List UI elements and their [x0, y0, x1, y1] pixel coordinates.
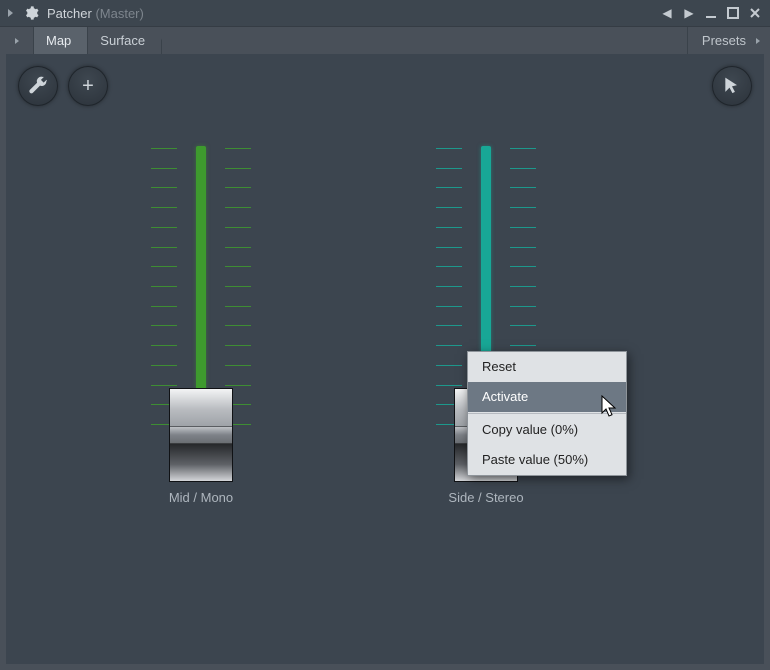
maximize-button[interactable] [724, 4, 742, 22]
tab-surface-label: Surface [100, 33, 145, 48]
wrench-button[interactable] [18, 66, 58, 106]
nav-prev-icon[interactable]: ◀ [658, 4, 676, 22]
slider-label: Mid / Mono [111, 490, 291, 505]
close-button[interactable] [746, 4, 764, 22]
minimize-button[interactable] [702, 4, 720, 22]
tabstrip-menu-icon[interactable] [0, 27, 34, 54]
menu-item-label: Copy value (0%) [482, 422, 578, 437]
add-button[interactable]: + [68, 66, 108, 106]
slider-label: Side / Stereo [396, 490, 576, 505]
pointer-mode-button[interactable] [712, 66, 752, 106]
title-bar: Patcher (Master) ◀ ▶ [0, 0, 770, 26]
tab-strip: Map Surface Presets [0, 26, 770, 54]
menu-item-reset[interactable]: Reset [468, 352, 626, 382]
chevron-right-icon [756, 38, 760, 44]
gear-icon[interactable] [23, 5, 39, 21]
workspace: + Mid / Mono Side / Stereo Reset Activat… [0, 54, 770, 670]
tab-map[interactable]: Map [34, 27, 88, 54]
menu-item-label: Activate [482, 389, 528, 404]
window-title: Patcher (Master) [47, 6, 144, 21]
presets-label: Presets [702, 33, 746, 48]
context-menu: Reset Activate Copy value (0%) Paste val… [467, 351, 627, 476]
app-context: (Master) [95, 6, 143, 21]
menu-item-label: Reset [482, 359, 516, 374]
app-name: Patcher [47, 6, 92, 21]
menu-triangle-icon[interactable] [8, 9, 13, 17]
menu-item-label: Paste value (50%) [482, 452, 588, 467]
presets-button[interactable]: Presets [687, 27, 770, 54]
slider-knob[interactable] [169, 388, 233, 482]
nav-next-icon[interactable]: ▶ [680, 4, 698, 22]
tab-surface[interactable]: Surface [88, 27, 162, 54]
menu-item-activate[interactable]: Activate [468, 382, 626, 412]
menu-item-paste-value[interactable]: Paste value (50%) [468, 445, 626, 475]
tab-map-label: Map [46, 33, 71, 48]
slider-scale [141, 142, 261, 430]
slider-mid-mono: Mid / Mono [111, 142, 291, 505]
menu-separator [468, 413, 626, 414]
plus-icon: + [82, 75, 94, 98]
menu-item-copy-value[interactable]: Copy value (0%) [468, 415, 626, 445]
